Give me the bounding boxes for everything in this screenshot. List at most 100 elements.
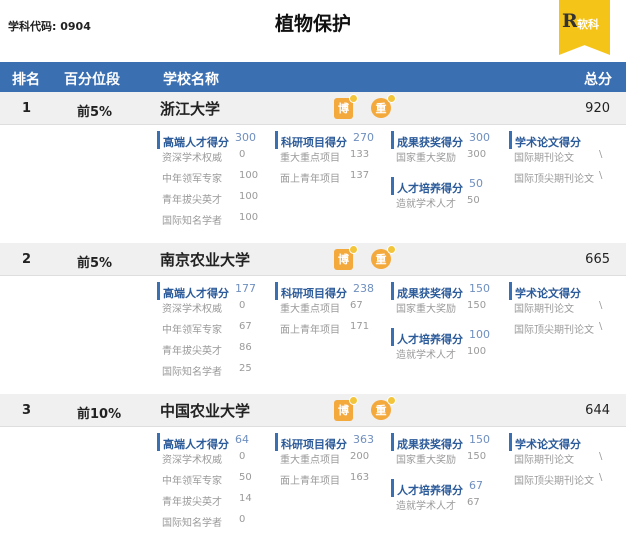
score-breakdown: 高端人才得分 300 资深学术权威 0 中年领军专家 100 青年拔尖英才 100 国际知名学者… (0, 125, 626, 243)
item-label: 国际顶尖期刊论文 (514, 476, 594, 487)
talent-score-header: 高端人才得分 177 (157, 282, 269, 300)
score-breakdown: 高端人才得分 177 资深学术权威 0 中年领军专家 67 青年拔尖英才 86 国际知名学者 25… (0, 276, 626, 394)
paper-score-label: 学术论文得分 (515, 438, 581, 451)
item-value: 50 (239, 472, 252, 483)
item-value: 0 (239, 300, 246, 311)
item-value: \ (599, 300, 603, 311)
key-discipline-badge-icon: 重 (371, 396, 396, 420)
cultivation-score-label: 人才培养得分 (397, 484, 463, 497)
paper-item: 国际顶尖期刊论文 \ (509, 321, 621, 342)
award-score-label: 成果获奖得分 (397, 136, 463, 149)
item-label: 重大重点项目 (280, 153, 340, 164)
cultivation-item: 造就学术人才 100 (391, 346, 503, 367)
cultivation-score-header: 人才培养得分 50 (391, 177, 503, 195)
university-row-2[interactable]: 2 前5% 南京农业大学 博 重 665 (0, 243, 626, 276)
header-school: 学校名称 (163, 72, 219, 88)
talent-item: 国际知名学者 25 (157, 363, 269, 384)
research-item: 重大重点项目 67 (275, 300, 387, 321)
item-value: \ (599, 472, 603, 483)
item-label: 青年拔尖英才 (162, 195, 222, 206)
cultivation-score-header: 人才培养得分 100 (391, 328, 503, 346)
talent-item: 国际知名学者 100 (157, 212, 269, 233)
item-value: \ (599, 170, 603, 181)
award-column: 成果获奖得分 300 国家重大奖励 300 人才培养得分 50 造就学术人才 50 (391, 131, 503, 216)
talent-score-value: 177 (235, 282, 256, 295)
rank-number: 1 (22, 101, 32, 116)
university-row-1[interactable]: 1 前5% 浙江大学 博 重 920 (0, 92, 626, 125)
talent-item: 青年拔尖英才 14 (157, 493, 269, 514)
percentile-band: 前5% (77, 256, 113, 271)
talent-item: 中年领军专家 67 (157, 321, 269, 342)
item-value: 100 (239, 191, 259, 202)
talent-score-header: 高端人才得分 300 (157, 131, 269, 149)
item-label: 造就学术人才 (396, 501, 456, 512)
item-label: 面上青年项目 (280, 174, 340, 185)
item-label: 青年拔尖英才 (162, 497, 222, 508)
award-score-value: 150 (469, 282, 490, 295)
cultivation-score-value: 67 (469, 479, 483, 492)
item-label: 面上青年项目 (280, 476, 340, 487)
item-value: 150 (467, 300, 487, 311)
item-label: 中年领军专家 (162, 174, 222, 185)
key-discipline-badge-icon: 重 (371, 245, 396, 269)
award-score-header: 成果获奖得分 300 (391, 131, 503, 149)
university-name[interactable]: 浙江大学 (160, 98, 220, 119)
paper-column: 学术论文得分 国际期刊论文 \ 国际顶尖期刊论文 \ (509, 282, 621, 342)
item-value: 14 (239, 493, 252, 504)
item-value: 25 (239, 363, 252, 374)
item-label: 青年拔尖英才 (162, 346, 222, 357)
paper-column: 学术论文得分 国际期刊论文 \ 国际顶尖期刊论文 \ (509, 131, 621, 191)
research-score-label: 科研项目得分 (281, 136, 347, 149)
research-item: 重大重点项目 133 (275, 149, 387, 170)
university-row-3[interactable]: 3 前10% 中国农业大学 博 重 644 (0, 394, 626, 427)
research-item: 面上青年项目 137 (275, 170, 387, 191)
item-label: 资深学术权威 (162, 153, 222, 164)
item-value: \ (599, 149, 603, 160)
paper-item: 国际期刊论文 \ (509, 300, 621, 321)
item-value: 150 (467, 451, 487, 462)
award-score-value: 300 (469, 131, 490, 144)
cultivation-score-label: 人才培养得分 (397, 182, 463, 195)
talent-column: 高端人才得分 177 资深学术权威 0 中年领军专家 67 青年拔尖英才 86 国际知名学者 25 (157, 282, 269, 384)
header-rank: 排名 (12, 72, 40, 88)
ruanke-logo[interactable]: R 软科 (559, 0, 610, 55)
talent-item: 资深学术权威 0 (157, 300, 269, 321)
cultivation-score-label: 人才培养得分 (397, 333, 463, 346)
item-label: 重大重点项目 (280, 304, 340, 315)
percentile-band: 前5% (77, 105, 113, 120)
paper-item: 国际顶尖期刊论文 \ (509, 170, 621, 191)
award-score-label: 成果获奖得分 (397, 438, 463, 451)
award-score-header: 成果获奖得分 150 (391, 282, 503, 300)
item-value: 100 (239, 212, 259, 223)
research-score-header: 科研项目得分 270 (275, 131, 387, 149)
item-label: 资深学术权威 (162, 455, 222, 466)
research-score-label: 科研项目得分 (281, 438, 347, 451)
item-label: 国际顶尖期刊论文 (514, 325, 594, 336)
paper-item: 国际期刊论文 \ (509, 451, 621, 472)
research-item: 重大重点项目 200 (275, 451, 387, 472)
university-name[interactable]: 南京农业大学 (160, 249, 250, 270)
award-column: 成果获奖得分 150 国家重大奖励 150 人才培养得分 100 造就学术人才 100 (391, 282, 503, 367)
research-column: 科研项目得分 238 重大重点项目 67 面上青年项目 171 (275, 282, 387, 342)
cultivation-score-value: 50 (469, 177, 483, 190)
score-breakdown: 高端人才得分 64 资深学术权威 0 中年领军专家 50 青年拔尖英才 14 国际知名学者 0 科研… (0, 427, 626, 545)
item-value: 133 (350, 149, 370, 160)
paper-column: 学术论文得分 国际期刊论文 \ 国际顶尖期刊论文 \ (509, 433, 621, 493)
total-score: 644 (585, 403, 610, 418)
talent-column: 高端人才得分 64 资深学术权威 0 中年领军专家 50 青年拔尖英才 14 国际知名学者 0 (157, 433, 269, 535)
cultivation-group: 人才培养得分 100 造就学术人才 100 (391, 328, 503, 367)
talent-item: 资深学术权威 0 (157, 149, 269, 170)
talent-item: 国际知名学者 0 (157, 514, 269, 535)
paper-score-header: 学术论文得分 (509, 282, 621, 300)
talent-score-label: 高端人才得分 (163, 136, 229, 149)
research-score-header: 科研项目得分 238 (275, 282, 387, 300)
university-name[interactable]: 中国农业大学 (160, 400, 250, 421)
header-percentile: 百分位段 (64, 72, 120, 88)
talent-item: 资深学术权威 0 (157, 451, 269, 472)
item-label: 国际期刊论文 (514, 304, 574, 315)
item-label: 国际期刊论文 (514, 153, 574, 164)
item-value: \ (599, 451, 603, 462)
paper-score-label: 学术论文得分 (515, 136, 581, 149)
cultivation-item: 造就学术人才 67 (391, 497, 503, 518)
cultivation-item: 造就学术人才 50 (391, 195, 503, 216)
